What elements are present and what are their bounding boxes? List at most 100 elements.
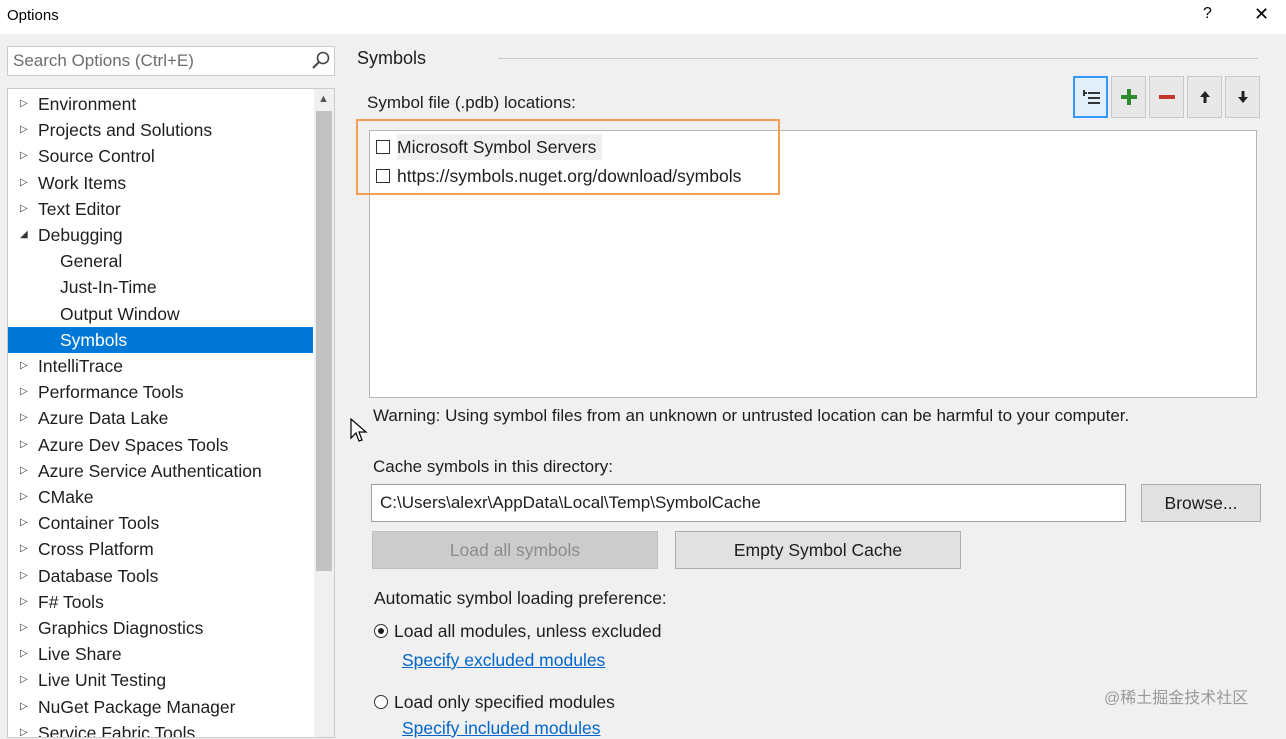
remove-icon — [1159, 95, 1175, 99]
tree-item[interactable]: ▷ Azure Dev Spaces Tools — [8, 432, 313, 458]
tree-item[interactable]: ▷ F# Tools — [8, 589, 313, 615]
scroll-up-icon[interactable]: ▲ — [318, 93, 329, 105]
tree-item-label: Live Unit Testing — [38, 670, 167, 691]
tree-item[interactable]: ▷ Graphics Diagnostics — [8, 615, 313, 641]
tree-item[interactable]: General — [8, 248, 313, 274]
cache-directory-label: Cache symbols in this directory: — [373, 457, 613, 476]
expand-arrow-icon[interactable]: ▷ — [20, 170, 28, 196]
expand-arrow-icon[interactable]: ▷ — [20, 143, 28, 169]
tree-item-label: General — [60, 251, 123, 272]
expand-arrow-icon[interactable]: ▷ — [20, 484, 28, 510]
tree-item-label: Cross Platform — [38, 539, 154, 560]
tree-item[interactable]: ▷ Live Share — [8, 641, 313, 667]
expand-arrow-icon[interactable]: ▷ — [20, 91, 28, 117]
watermark: @稀土掘金技术社区 — [1104, 690, 1249, 707]
tree-item[interactable]: Just-In-Time — [8, 274, 313, 300]
specify-included-link[interactable]: Specify included modules — [402, 718, 600, 739]
tree-item-label: Container Tools — [38, 513, 160, 534]
tree-item[interactable]: ▷ Live Unit Testing — [8, 667, 313, 693]
title-bar: Options ? ✕ — [0, 0, 1286, 34]
tree-item-label: Text Editor — [38, 198, 121, 219]
tree-item[interactable]: Symbols — [8, 326, 313, 353]
help-button[interactable]: ? — [1203, 5, 1212, 23]
location-label: https://symbols.nuget.org/download/symbo… — [397, 166, 742, 186]
tree-item[interactable]: ▷ Environment — [8, 91, 313, 117]
expand-arrow-icon[interactable]: ▷ — [20, 720, 28, 737]
expand-arrow-icon[interactable]: ▷ — [20, 536, 28, 562]
move-up-button[interactable] — [1187, 76, 1222, 118]
pdb-locations-label: Symbol file (.pdb) locations: — [367, 93, 576, 112]
warning-text: Warning: Using symbol files from an unkn… — [373, 406, 1130, 425]
search-box — [7, 46, 335, 76]
tree-item-label: IntelliTrace — [38, 356, 123, 376]
tree-item[interactable]: ▷ Performance Tools — [8, 379, 313, 405]
tree-item-label: Environment — [38, 94, 137, 114]
tree-item[interactable]: ▷ Text Editor — [8, 196, 313, 222]
tree-item[interactable]: ▷ NuGet Package Manager — [8, 694, 313, 720]
specify-excluded-link[interactable]: Specify excluded modules — [402, 650, 605, 671]
options-tree: ▷ Environment ▷ Projects and Solutions ▷ Sour… — [7, 88, 335, 738]
expand-arrow-icon[interactable]: ▷ — [20, 510, 28, 536]
expand-arrow-icon[interactable]: ▷ — [20, 432, 28, 458]
expand-arrow-icon[interactable]: ▷ — [20, 379, 28, 405]
expand-arrow-icon[interactable]: ▷ — [20, 405, 28, 431]
tree-item-label: Azure Data Lake — [38, 408, 169, 429]
expand-arrow-icon[interactable]: ▷ — [20, 117, 28, 143]
tree-item[interactable]: ▷ Azure Data Lake — [8, 405, 313, 431]
tree-item-label: Source Control — [38, 146, 155, 167]
expand-arrow-icon[interactable]: ▷ — [20, 694, 28, 720]
expand-arrow-icon[interactable]: ▷ — [20, 196, 28, 222]
tree-item-label: Performance Tools — [38, 382, 184, 403]
tree-item[interactable]: ◢ Debugging — [8, 222, 313, 248]
move-down-button[interactable] — [1225, 76, 1260, 118]
radio-button[interactable] — [374, 695, 388, 709]
cache-directory-input[interactable] — [371, 484, 1126, 522]
add-server-list-button[interactable] — [1073, 76, 1108, 118]
remove-location-button[interactable] — [1149, 76, 1184, 118]
search-input[interactable] — [8, 47, 303, 75]
radio-label: Load all modules, unless excluded — [394, 621, 662, 641]
symbol-locations-list[interactable]: Microsoft Symbol Servers https://symbols… — [369, 130, 1257, 398]
tree-item-label: Symbols — [60, 329, 128, 350]
expand-arrow-icon[interactable]: ▷ — [20, 641, 28, 667]
collapse-arrow-icon[interactable]: ◢ — [20, 222, 28, 248]
location-checkbox[interactable] — [376, 169, 390, 183]
expand-arrow-icon[interactable]: ▷ — [20, 589, 28, 615]
search-icon[interactable] — [310, 50, 332, 72]
tree-item[interactable]: ▷ Source Control — [8, 143, 313, 169]
radio-button[interactable] — [374, 624, 388, 638]
close-button[interactable]: ✕ — [1254, 4, 1269, 25]
title-divider — [498, 58, 1258, 59]
browse-button[interactable]: Browse... — [1141, 484, 1261, 522]
load-all-symbols-button[interactable]: Load all symbols — [372, 531, 658, 569]
add-server-list-icon — [1083, 90, 1100, 104]
tree-item[interactable]: ▷ IntelliTrace — [8, 353, 313, 379]
tree-item-label: Just-In-Time — [60, 277, 157, 298]
tree-scrollbar[interactable]: ▲ — [314, 89, 334, 737]
tree-item[interactable]: ▷ CMake — [8, 484, 313, 510]
tree-item[interactable]: ▷ Azure Service Authentication — [8, 458, 313, 484]
page-title: Symbols — [357, 48, 427, 68]
tree-item[interactable]: ▷ Cross Platform — [8, 536, 313, 562]
move-down-icon — [1238, 91, 1248, 103]
tree-item-label: NuGet Package Manager — [38, 696, 236, 717]
tree-item[interactable]: ▷ Projects and Solutions — [8, 117, 313, 143]
add-location-button[interactable] — [1111, 76, 1146, 118]
tree-item[interactable]: ▷ Database Tools — [8, 563, 313, 589]
empty-symbol-cache-button[interactable]: Empty Symbol Cache — [675, 531, 961, 569]
add-icon — [1121, 89, 1137, 105]
tree-item-label: Azure Service Authentication — [38, 460, 262, 481]
expand-arrow-icon[interactable]: ▷ — [20, 563, 28, 589]
tree-item[interactable]: ▷ Work Items — [8, 170, 313, 196]
tree-item[interactable]: ▷ Service Fabric Tools — [8, 720, 313, 738]
expand-arrow-icon[interactable]: ▷ — [20, 615, 28, 641]
location-checkbox[interactable] — [376, 140, 390, 154]
expand-arrow-icon[interactable]: ▷ — [20, 458, 28, 484]
tree-item-label: CMake — [38, 487, 94, 507]
expand-arrow-icon[interactable]: ▷ — [20, 667, 28, 693]
tree-item[interactable]: ▷ Container Tools — [8, 510, 313, 536]
scrollbar-thumb[interactable] — [316, 111, 332, 571]
expand-arrow-icon[interactable]: ▷ — [20, 353, 28, 379]
tree-item[interactable]: Output Window — [8, 301, 313, 327]
tree-item-label: Service Fabric Tools — [38, 722, 196, 738]
